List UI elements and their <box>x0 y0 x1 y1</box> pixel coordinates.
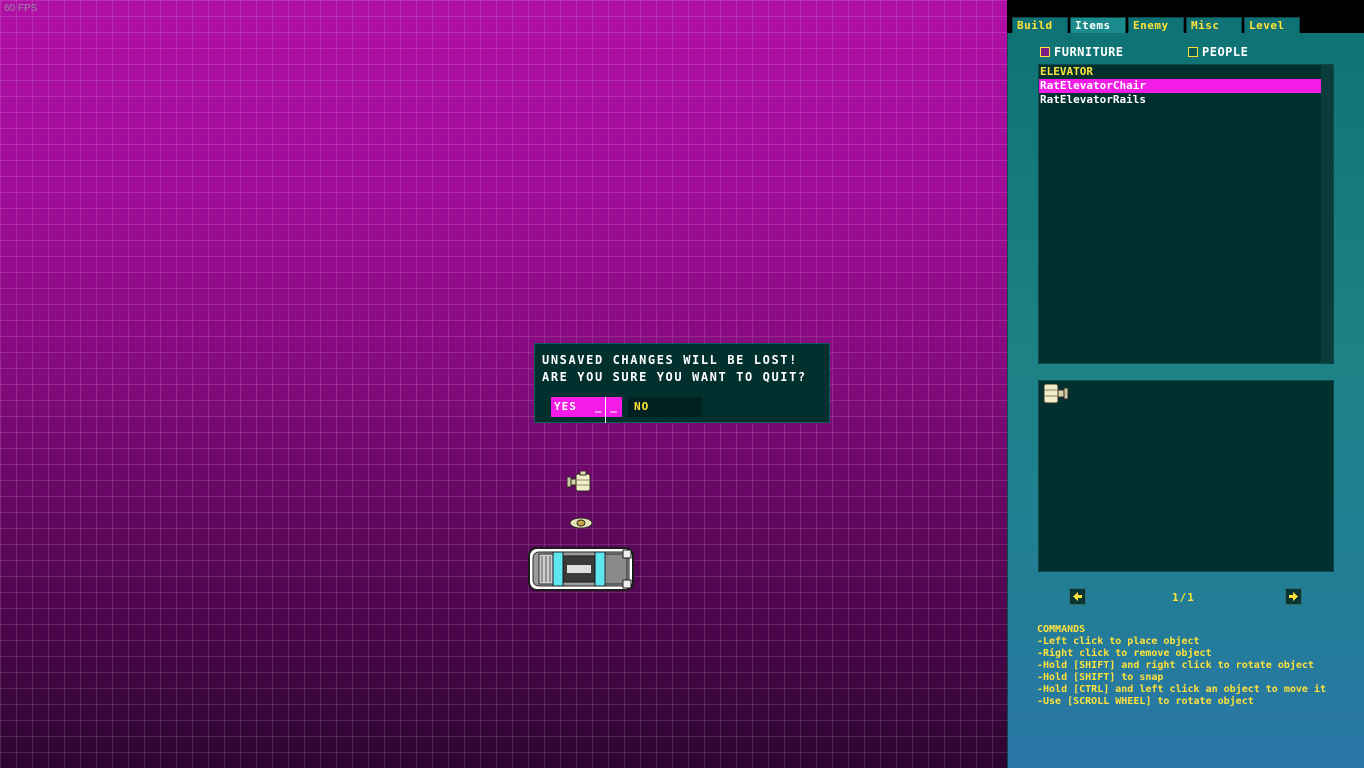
page-indicator: 1/1 <box>1172 591 1195 604</box>
elevator-chair-icon <box>1043 384 1069 404</box>
list-scrollbar[interactable] <box>1321 65 1333 363</box>
yes-button[interactable]: YES _ _ <box>551 397 622 417</box>
command-line: -Right click to remove object <box>1037 648 1212 659</box>
furniture-checkbox[interactable] <box>1040 47 1050 57</box>
command-line: -Hold [SHIFT] to snap <box>1037 672 1164 683</box>
list-item[interactable]: RatElevatorRails <box>1039 93 1322 107</box>
yes-button-label: YES <box>554 400 577 413</box>
command-line: -Hold [SHIFT] and right click to rotate … <box>1037 660 1314 671</box>
tab-items[interactable]: Items <box>1070 17 1126 33</box>
tab-level[interactable]: Level <box>1244 17 1300 33</box>
no-button[interactable]: NO <box>628 397 702 417</box>
dialog-message-line2: ARE YOU SURE YOU WANT TO QUIT? <box>542 370 807 384</box>
dialog-message-line1: UNSAVED CHANGES WILL BE LOST! <box>542 353 798 367</box>
prev-page-button[interactable] <box>1069 588 1086 605</box>
command-line: -Left click to place object <box>1037 636 1200 647</box>
tab-build[interactable]: Build <box>1012 17 1068 33</box>
people-checkbox[interactable] <box>1188 47 1198 57</box>
command-line: -Use [SCROLL WHEEL] to rotate object <box>1037 696 1254 707</box>
list-item[interactable]: RatElevatorChair <box>1039 79 1322 93</box>
command-line: -Hold [CTRL] and left click an object to… <box>1037 684 1326 695</box>
commands-title: COMMANDS <box>1037 624 1086 635</box>
item-list: ELEVATOR RatElevatorChair RatElevatorRai… <box>1038 64 1334 364</box>
people-label: PEOPLE <box>1202 45 1249 59</box>
tab-misc[interactable]: Misc <box>1186 17 1242 33</box>
arrow-left-icon <box>1073 592 1082 601</box>
item-preview <box>1038 380 1334 572</box>
car-icon[interactable] <box>527 546 635 592</box>
next-page-button[interactable] <box>1285 588 1302 605</box>
commands-help: COMMANDS -Left click to place object -Ri… <box>1037 624 1326 708</box>
elevator-chair-icon[interactable] <box>567 471 593 493</box>
tab-enemy[interactable]: Enemy <box>1128 17 1184 33</box>
text-cursor <box>605 397 606 423</box>
yes-button-marks: _ _ <box>595 400 618 413</box>
arrow-right-icon <box>1289 592 1298 601</box>
furniture-label: FURNITURE <box>1054 45 1124 59</box>
fps-counter: 60 FPS <box>4 3 38 14</box>
editor-canvas[interactable]: 60 FPS UNSAVED CHANGES WILL BE LOST! ARE… <box>0 0 1007 768</box>
list-category-header[interactable]: ELEVATOR <box>1039 65 1322 79</box>
quit-confirm-dialog: UNSAVED CHANGES WILL BE LOST! ARE YOU SU… <box>534 343 830 423</box>
small-object-icon[interactable] <box>569 517 593 529</box>
